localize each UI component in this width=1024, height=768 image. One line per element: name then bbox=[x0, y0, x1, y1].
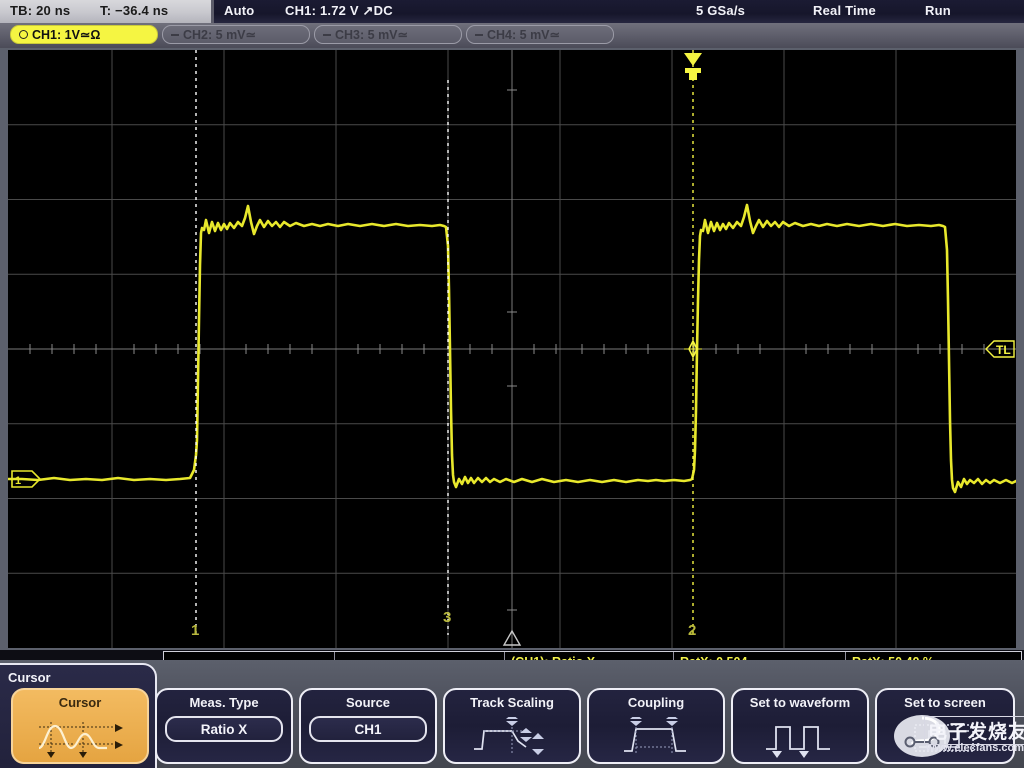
waveform-svg: 1 3 2 TL bbox=[8, 50, 1016, 648]
track-scaling-icon bbox=[445, 714, 579, 762]
coupling-icon bbox=[589, 714, 723, 762]
channel-tab-ch2[interactable]: CH2: 5 mV≃ bbox=[162, 25, 310, 44]
trigger-level-label: TL bbox=[996, 343, 1011, 357]
time-offset-readout[interactable]: T: −36.4 ns bbox=[100, 3, 168, 18]
acquisition-mode-readout[interactable]: Real Time bbox=[813, 3, 876, 18]
channel-tab-bar: CH1: 1V≃Ω CH2: 5 mV≃ CH3: 5 mV≃ CH4: 5 m… bbox=[0, 23, 1024, 48]
cursor-label-3: 3 bbox=[443, 609, 451, 626]
dash-icon bbox=[475, 34, 483, 36]
menu-button-coupling-label: Coupling bbox=[589, 695, 723, 710]
circle-icon bbox=[19, 30, 28, 39]
status-bar-divider bbox=[211, 0, 214, 23]
menu-button-source[interactable]: Source CH1 bbox=[299, 688, 437, 764]
channel-tab-ch3[interactable]: CH3: 5 mV≃ bbox=[314, 25, 462, 44]
menu-button-set-to-waveform-label: Set to waveform bbox=[733, 695, 867, 710]
channel-offset-label: 1 bbox=[15, 475, 21, 487]
cursor-label-2: 2 bbox=[688, 622, 696, 639]
cursor-waveform-icon bbox=[13, 714, 147, 762]
trigger-status-group: Auto CH1: 1.72 V ↗DC 5 GSa/s Real Time R… bbox=[213, 0, 1024, 24]
menu-button-track-scaling-label: Track Scaling bbox=[445, 695, 579, 710]
bottom-menu-bar: Cursor Cursor bbox=[0, 660, 1024, 768]
menu-button-set-to-waveform[interactable]: Set to waveform bbox=[731, 688, 869, 764]
top-status-bar: TB: 20 ns T: −36.4 ns Auto CH1: 1.72 V ↗… bbox=[0, 0, 1024, 23]
center-axes bbox=[8, 50, 1016, 648]
channel-tab-ch1[interactable]: CH1: 1V≃Ω bbox=[10, 25, 158, 44]
dash-icon bbox=[323, 34, 331, 36]
run-state-readout[interactable]: Run bbox=[925, 3, 951, 18]
menu-button-meas-type[interactable]: Meas. Type Ratio X bbox=[155, 688, 293, 764]
dash-icon bbox=[171, 34, 179, 36]
sample-rate-readout: 5 GSa/s bbox=[696, 3, 745, 18]
axis-ticks bbox=[30, 90, 984, 610]
channel-tab-ch4[interactable]: CH4: 5 mV≃ bbox=[466, 25, 614, 44]
trigger-source-readout[interactable]: CH1: 1.72 V ↗DC bbox=[285, 3, 393, 19]
cursor-bottom-labels: 1 3 2 bbox=[191, 609, 696, 639]
channel-tab-ch2-label: CH2: 5 mV≃ bbox=[183, 27, 256, 42]
waveform-display[interactable]: 1 3 2 TL bbox=[8, 50, 1016, 648]
menu-button-meas-type-label: Meas. Type bbox=[157, 695, 291, 710]
menu-button-cursor[interactable]: Cursor bbox=[11, 688, 149, 764]
timebase-readout[interactable]: TB: 20 ns bbox=[10, 3, 70, 18]
menu-button-meas-type-value[interactable]: Ratio X bbox=[165, 716, 283, 742]
channel-tab-ch1-label: CH1: 1V≃Ω bbox=[32, 27, 100, 42]
menu-button-source-value[interactable]: CH1 bbox=[309, 716, 427, 742]
menu-button-set-to-screen-label: Set to screen bbox=[877, 695, 1013, 710]
cursor-label-1: 1 bbox=[191, 622, 199, 639]
trigger-mode-readout[interactable]: Auto bbox=[224, 3, 254, 18]
menu-button-set-to-screen[interactable]: Set to screen bbox=[875, 688, 1015, 764]
set-to-waveform-icon bbox=[733, 714, 867, 762]
set-to-screen-icon bbox=[877, 714, 1013, 762]
menu-button-cursor-label: Cursor bbox=[13, 695, 147, 710]
channel-tab-ch4-label: CH4: 5 mV≃ bbox=[487, 27, 560, 42]
menu-button-source-label: Source bbox=[301, 695, 435, 710]
channel-tab-ch3-label: CH3: 5 mV≃ bbox=[335, 27, 408, 42]
cursor-lines bbox=[196, 50, 448, 635]
cursor-menu-panel-title: Cursor bbox=[8, 670, 51, 685]
oscilloscope-screen: TB: 20 ns T: −36.4 ns Auto CH1: 1.72 V ↗… bbox=[0, 0, 1024, 768]
menu-button-coupling[interactable]: Coupling bbox=[587, 688, 725, 764]
trigger-level-marker bbox=[684, 340, 702, 358]
waveform-display-frame: 1 3 2 TL bbox=[0, 48, 1024, 650]
menu-button-track-scaling[interactable]: Track Scaling bbox=[443, 688, 581, 764]
timebase-status-group: TB: 20 ns T: −36.4 ns bbox=[0, 0, 213, 24]
